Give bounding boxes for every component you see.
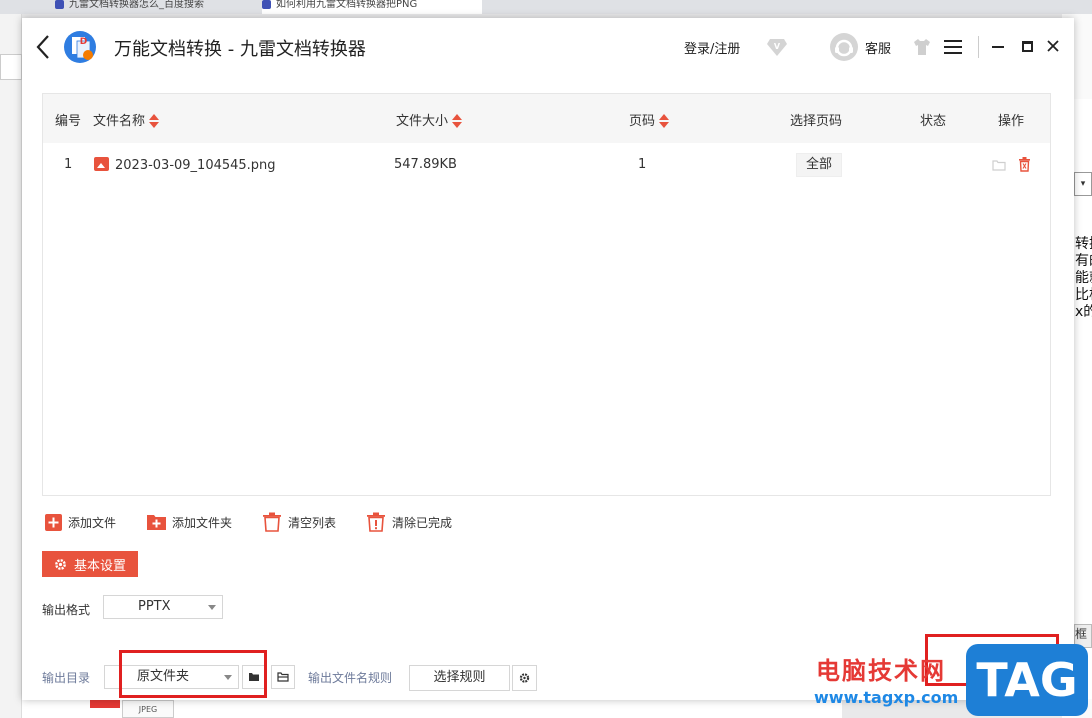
svg-text:V: V [774, 42, 781, 51]
customer-service-avatar-icon[interactable] [830, 33, 858, 61]
tab-label: 九雷文档转换器怎么_百度搜索 [69, 0, 204, 10]
background-text: x的 [1075, 304, 1092, 320]
row-num: 1 [64, 157, 73, 172]
header-filesize[interactable]: 文件大小 [396, 110, 463, 130]
basic-settings-button[interactable]: 基本设置 [42, 551, 138, 577]
file-table: 编号 文件名称 文件大小 页码 选择页码 状态 操作 1 2023-03-09_… [42, 93, 1051, 496]
skin-shirt-icon[interactable] [912, 38, 932, 56]
image-file-icon [94, 157, 109, 171]
background-text: 转换 [1075, 236, 1092, 252]
select-rule-button[interactable]: 选择规则 [409, 665, 510, 691]
background-page-bottom: JPEG [22, 700, 842, 718]
tab-favicon-icon [262, 0, 271, 9]
row-filename-label: 2023-03-09_104545.png [115, 158, 276, 173]
app-title: 万能文档转换 - 九雷文档转换器 [114, 39, 366, 60]
add-file-button[interactable]: 添加文件 [45, 511, 116, 533]
login-register-link[interactable]: 登录/注册 [684, 38, 740, 57]
browser-tab[interactable]: 九雷文档转换器怎么_百度搜索 [55, 0, 260, 14]
open-folder-icon[interactable] [992, 159, 1006, 171]
output-format-value: PPTX [138, 599, 171, 614]
svg-text:D: D [80, 37, 87, 47]
table-row[interactable]: 1 2023-03-09_104545.png 547.89KB 1 全部 [43, 143, 1050, 187]
close-icon[interactable] [1046, 39, 1060, 53]
background-dropdown: ▾ [1074, 172, 1092, 196]
background-address-field [0, 54, 22, 80]
clear-list-button[interactable]: 清空列表 [262, 511, 336, 533]
browser-tab-strip: 九雷文档转换器怎么_百度搜索 如何利用九雷文档转换器把PNG [0, 0, 1092, 14]
row-filename: 2023-03-09_104545.png [94, 157, 276, 173]
clear-completed-icon [367, 512, 385, 532]
header-filename[interactable]: 文件名称 [93, 110, 160, 130]
sort-icon[interactable] [452, 113, 463, 129]
delete-icon[interactable] [1018, 157, 1031, 172]
menu-icon[interactable] [944, 40, 962, 54]
browser-tab-active[interactable]: 如何利用九雷文档转换器把PNG [262, 0, 482, 14]
open-folder-icon [277, 672, 289, 682]
rule-settings-button[interactable] [512, 665, 537, 691]
title-bar: D 万能文档转换 - 九雷文档转换器 登录/注册 V 客服 [22, 18, 1074, 78]
sort-icon[interactable] [149, 113, 160, 129]
background-text: 能就 [1075, 270, 1092, 286]
app-window: D 万能文档转换 - 九雷文档转换器 登录/注册 V 客服 编号 文件名称 文件… [22, 18, 1074, 700]
select-page-button[interactable]: 全部 [796, 153, 843, 177]
maximize-icon[interactable] [1022, 41, 1033, 52]
watermark-tag-logo: TAG [966, 644, 1088, 716]
header-num: 编号 [55, 114, 82, 129]
title-divider [978, 36, 979, 58]
background-page-left [0, 14, 22, 718]
add-folder-icon [147, 515, 166, 530]
header-filename-label: 文件名称 [93, 114, 146, 129]
watermark-url: www.tagxp.com [814, 688, 959, 707]
minimize-icon[interactable] [992, 46, 1004, 48]
highlight-box-output-dir [119, 650, 267, 698]
background-text: 比格 [1075, 287, 1092, 303]
table-header: 编号 文件名称 文件大小 页码 选择页码 状态 操作 [43, 94, 1050, 143]
sort-icon[interactable] [659, 113, 670, 129]
gear-icon [55, 558, 66, 570]
output-format-select[interactable]: PPTX [103, 595, 223, 619]
watermark-site-name: 电脑技术网 [816, 657, 946, 685]
background-thumbnail: JPEG [122, 700, 174, 718]
header-select-page: 选择页码 [790, 114, 843, 129]
trash-can-icon [263, 512, 281, 532]
add-folder-label: 添加文件夹 [172, 515, 233, 530]
clear-list-label: 清空列表 [288, 515, 337, 530]
row-page: 1 [638, 157, 647, 172]
customer-service-link[interactable]: 客服 [865, 38, 891, 57]
background-red-bar [90, 700, 120, 708]
header-page[interactable]: 页码 [629, 110, 670, 130]
open-output-folder-button[interactable] [271, 665, 295, 689]
header-operations: 操作 [998, 114, 1025, 129]
basic-settings-label: 基本设置 [73, 558, 126, 574]
output-format-label: 输出格式 [42, 603, 91, 617]
add-file-label: 添加文件 [68, 515, 117, 530]
clear-completed-label: 清除已完成 [392, 515, 453, 530]
output-directory-label: 输出目录 [42, 671, 91, 685]
tab-favicon-icon [55, 0, 64, 9]
gear-icon [519, 673, 530, 683]
add-folder-button[interactable]: 添加文件夹 [147, 511, 232, 533]
app-logo-icon: D [64, 31, 96, 63]
diamond-vip-icon[interactable]: V [766, 37, 788, 57]
chevron-down-icon [208, 605, 216, 610]
filename-rule-label: 输出文件名规则 [308, 671, 393, 685]
row-filesize: 547.89KB [394, 157, 457, 172]
tab-label: 如何利用九雷文档转换器把PNG [276, 0, 418, 10]
header-page-label: 页码 [629, 114, 656, 129]
clear-completed-button[interactable]: 清除已完成 [366, 511, 452, 533]
header-status: 状态 [920, 114, 947, 129]
back-arrow-icon[interactable] [32, 32, 56, 62]
header-filesize-label: 文件大小 [396, 114, 449, 129]
background-text: 有的 [1075, 253, 1092, 269]
add-file-icon [45, 513, 62, 531]
